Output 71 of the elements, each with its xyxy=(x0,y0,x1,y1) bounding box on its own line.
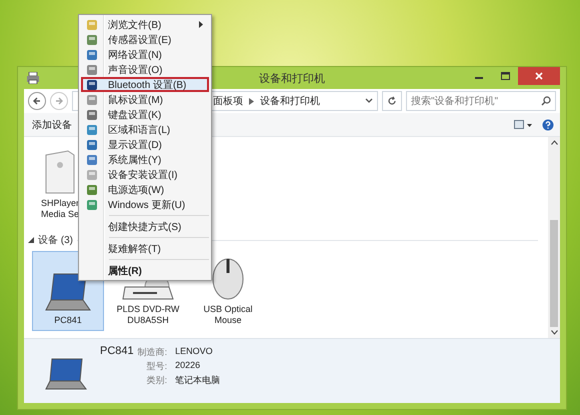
field-label: 型号: xyxy=(146,360,168,373)
field-label: 类别: xyxy=(146,374,168,387)
add-device-button[interactable]: 添加设备 xyxy=(30,116,74,134)
menu-item[interactable]: 浏览文件(B) xyxy=(81,17,209,32)
field-value: 笔记本电脑 xyxy=(175,374,220,387)
device-label: Mouse xyxy=(214,315,242,326)
back-button[interactable] xyxy=(28,92,46,110)
refresh-button[interactable] xyxy=(382,91,402,111)
device-name: PC841 xyxy=(100,345,134,357)
settings-tile-icon xyxy=(86,94,98,106)
refresh-icon xyxy=(387,96,397,106)
breadcrumb-item[interactable]: 设备和打印机 xyxy=(260,94,320,108)
menu-item[interactable]: 鼠标设置(M) xyxy=(81,92,209,107)
settings-tile-icon xyxy=(86,198,98,210)
device-label: PC841 xyxy=(54,315,82,326)
settings-tile-icon xyxy=(86,154,98,166)
help-icon xyxy=(542,118,554,130)
settings-tile-icon xyxy=(86,78,98,90)
settings-tile-icon xyxy=(86,108,98,120)
scrollbar-thumb[interactable] xyxy=(550,220,558,327)
view-options-button[interactable] xyxy=(514,120,532,130)
group-header[interactable]: 设备 (3) xyxy=(38,233,73,247)
left-arrow-icon xyxy=(32,96,42,106)
field-label: 制造商: xyxy=(138,346,168,359)
device-label: SHPlayer xyxy=(40,198,79,209)
right-arrow-icon xyxy=(54,96,64,106)
menu-item[interactable]: 区域和语言(L) xyxy=(81,122,209,137)
menu-item[interactable]: Windows 更新(U) xyxy=(81,197,209,212)
close-icon xyxy=(535,72,543,80)
menu-item[interactable]: 声音设置(O) xyxy=(81,62,209,77)
device-item[interactable]: SHPlayer Media Se xyxy=(38,145,82,225)
mouse-icon xyxy=(212,258,244,300)
scroll-up-icon xyxy=(550,140,558,145)
settings-tile-icon xyxy=(86,184,98,196)
settings-tile-icon xyxy=(86,168,98,180)
vertical-scrollbar[interactable] xyxy=(548,137,560,338)
breadcrumb-item[interactable]: 面板项 xyxy=(213,94,243,108)
device-label: DU8A5SH xyxy=(127,315,169,326)
window-title: 设备和打印机 xyxy=(259,72,325,86)
settings-tile-icon xyxy=(86,34,98,46)
menu-item[interactable]: 网络设置(N) xyxy=(81,47,209,62)
menu-item[interactable]: 设备安装设置(I) xyxy=(81,167,209,182)
device-label: USB Optical xyxy=(203,304,253,315)
submenu-arrow-icon xyxy=(199,21,203,28)
device-label: PLDS DVD-RW xyxy=(116,304,180,315)
help-button[interactable] xyxy=(542,118,554,130)
media-server-icon xyxy=(45,150,75,194)
settings-tile-icon xyxy=(86,48,98,60)
scroll-down-icon xyxy=(550,330,558,335)
menu-item[interactable]: Bluetooth 设置(B) xyxy=(81,77,209,92)
close-button[interactable] xyxy=(518,67,560,85)
chevron-down-icon xyxy=(365,98,373,104)
chevron-right-icon xyxy=(249,98,254,104)
settings-tile-icon xyxy=(86,138,98,150)
search-field[interactable]: 搜索"设备和打印机" xyxy=(406,91,556,111)
search-icon xyxy=(541,96,551,106)
menu-item[interactable]: 显示设置(D) xyxy=(81,137,209,152)
device-label: Media Se xyxy=(40,209,80,220)
expanded-triangle-icon[interactable] xyxy=(28,237,34,243)
printer-icon xyxy=(26,72,40,84)
settings-tile-icon xyxy=(86,18,98,30)
menu-item[interactable]: 系统属性(Y) xyxy=(81,152,209,167)
menu-item[interactable]: 创建快捷方式(S) xyxy=(81,219,209,234)
maximize-icon xyxy=(500,72,510,80)
field-value: 20226 xyxy=(175,360,202,372)
settings-tile-icon xyxy=(86,64,98,76)
field-value: LENOVO xyxy=(175,346,214,358)
settings-tile-icon xyxy=(86,124,98,136)
menu-item[interactable]: 电源选项(W) xyxy=(81,182,209,197)
menu-item[interactable]: 传感器设置(E) xyxy=(81,32,209,47)
view-caret-icon xyxy=(514,120,532,130)
